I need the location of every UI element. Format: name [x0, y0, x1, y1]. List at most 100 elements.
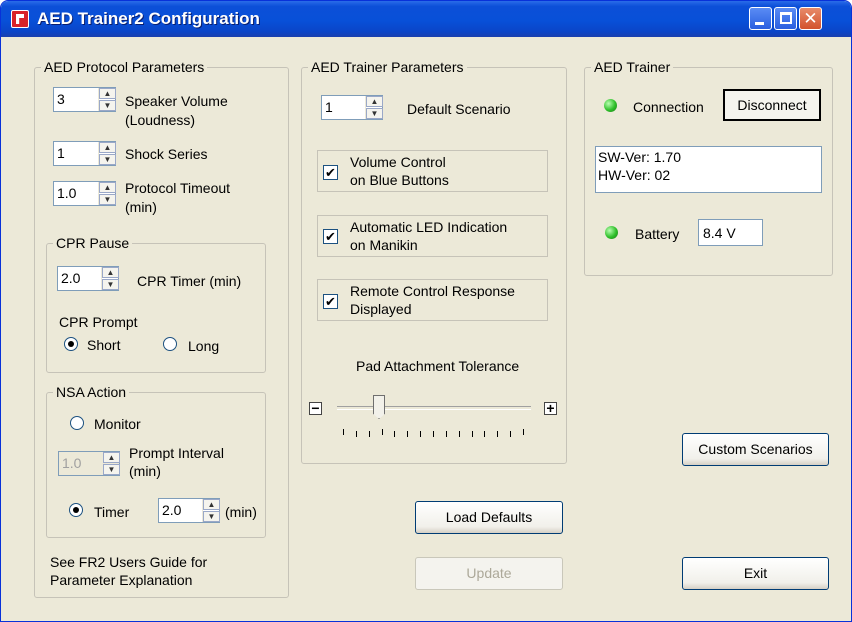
spin-up-icon[interactable]: ▲ [99, 142, 116, 153]
spin-up-icon[interactable]: ▲ [99, 88, 116, 99]
slider-tick [433, 431, 434, 437]
spin-up-icon[interactable]: ▲ [366, 96, 383, 107]
auto-led-label-2[interactable]: on Manikin [350, 237, 418, 254]
pad-tolerance-label: Pad Attachment Tolerance [356, 358, 520, 374]
slider-tick [381, 429, 383, 435]
volume-control-label-2[interactable]: on Blue Buttons [350, 172, 449, 189]
cpr-pause-legend: CPR Pause [53, 235, 133, 251]
auto-led-label[interactable]: Automatic LED Indication [350, 219, 507, 236]
battery-value: 8.4 V [703, 225, 736, 241]
volume-control-label[interactable]: Volume Control [350, 154, 446, 171]
title-bar[interactable]: AED Trainer2 Configuration ✕ [1, 1, 851, 37]
cpr-prompt-long-radio[interactable] [163, 337, 177, 351]
slider-tick [458, 431, 460, 437]
custom-scenarios-button[interactable]: Custom Scenarios [682, 433, 829, 466]
default-scenario-spinner[interactable]: 1 ▲ ▼ [321, 95, 383, 120]
close-icon: ✕ [803, 9, 818, 28]
speaker-volume-spinner[interactable]: 3 ▲ ▼ [53, 87, 116, 112]
nsa-timer-value[interactable]: 2.0 [162, 502, 181, 518]
maximize-button[interactable] [774, 7, 797, 30]
load-defaults-button[interactable]: Load Defaults [415, 501, 563, 534]
auto-led-checkbox[interactable]: ✔ [323, 229, 338, 244]
slider-tick [471, 431, 473, 437]
slider-tick [445, 431, 447, 437]
slider-tick [343, 429, 344, 435]
battery-led-icon [605, 226, 618, 239]
speaker-volume-value[interactable]: 3 [57, 91, 65, 107]
minimize-icon [755, 22, 764, 25]
disconnect-button[interactable]: Disconnect [723, 89, 821, 121]
prompt-interval-spinner[interactable]: 1.0 ▲ ▼ [58, 451, 120, 476]
nsa-timer-spinner[interactable]: 2.0 ▲ ▼ [158, 498, 220, 523]
slider-tick [484, 431, 486, 437]
slider-tick [497, 431, 499, 437]
spin-down-icon[interactable]: ▼ [103, 464, 120, 475]
trainer-legend: AED Trainer [591, 59, 674, 75]
volume-control-checkbox[interactable]: ✔ [323, 165, 338, 180]
sw-version: SW-Ver: 1.70 [598, 149, 682, 165]
app-icon [11, 10, 29, 28]
nsa-timer-radio[interactable] [69, 503, 83, 517]
cpr-prompt-long-label[interactable]: Long [188, 338, 219, 355]
spin-down-icon[interactable]: ▼ [102, 279, 119, 290]
radio-dot-icon [73, 507, 79, 513]
nsa-monitor-radio[interactable] [70, 416, 84, 430]
battery-label: Battery [635, 226, 680, 242]
spin-down-icon[interactable]: ▼ [99, 154, 116, 165]
hw-version: HW-Ver: 02 [598, 167, 671, 183]
spin-down-icon[interactable]: ▼ [99, 194, 116, 205]
slider-tick [523, 429, 524, 435]
cpr-timer-spinner[interactable]: 2.0 ▲ ▼ [57, 266, 119, 291]
cpr-prompt-short-label[interactable]: Short [87, 337, 120, 354]
remote-control-label[interactable]: Remote Control Response [350, 283, 515, 300]
remote-control-label-2[interactable]: Displayed [350, 301, 411, 318]
shock-series-value[interactable]: 1 [57, 145, 65, 161]
protocol-timeout-label: Protocol Timeout [125, 180, 231, 196]
spin-down-icon[interactable]: ▼ [366, 108, 383, 119]
protocol-parameters-legend: AED Protocol Parameters [41, 59, 208, 75]
slider-tick [368, 431, 370, 437]
pad-tolerance-slider-track[interactable] [337, 406, 531, 410]
cpr-timer-value[interactable]: 2.0 [61, 270, 80, 286]
cpr-prompt-label: CPR Prompt [59, 314, 138, 330]
slider-tick [510, 431, 512, 437]
prompt-interval-value[interactable]: 1.0 [62, 455, 81, 471]
trainer-parameters-legend: AED Trainer Parameters [308, 59, 467, 75]
maximize-icon [780, 12, 792, 24]
radio-dot-icon [68, 341, 74, 347]
spin-up-icon[interactable]: ▲ [103, 452, 120, 463]
spin-up-icon[interactable]: ▲ [102, 267, 119, 278]
shock-series-label: Shock Series [125, 146, 208, 162]
nsa-monitor-label[interactable]: Monitor [94, 416, 141, 433]
spin-up-icon[interactable]: ▲ [99, 182, 116, 193]
default-scenario-value[interactable]: 1 [325, 99, 333, 115]
spin-down-icon[interactable]: ▼ [203, 511, 220, 522]
nsa-timer-label[interactable]: Timer [94, 504, 129, 521]
plus-icon[interactable]: + [544, 401, 557, 415]
minimize-button[interactable] [749, 7, 772, 30]
update-button[interactable]: Update [415, 557, 563, 590]
slider-tick [394, 431, 396, 437]
protocol-timeout-spinner[interactable]: 1.0 ▲ ▼ [53, 181, 116, 206]
shock-series-spinner[interactable]: 1 ▲ ▼ [53, 141, 116, 166]
connection-led-icon [604, 99, 617, 112]
nsa-action-legend: NSA Action [53, 384, 130, 400]
minus-icon[interactable]: − [309, 401, 322, 415]
protocol-timeout-value[interactable]: 1.0 [57, 185, 76, 201]
close-button[interactable]: ✕ [799, 7, 822, 30]
spin-down-icon[interactable]: ▼ [99, 100, 116, 111]
guide-note: See FR2 Users Guide for [50, 554, 208, 570]
window-title: AED Trainer2 Configuration [37, 9, 260, 28]
protocol-timeout-label-2: (min) [125, 199, 157, 215]
guide-note-2: Parameter Explanation [50, 572, 193, 588]
exit-button[interactable]: Exit [682, 557, 829, 590]
config-window: AED Trainer2 Configuration ✕ AED Protoco… [0, 0, 852, 622]
remote-control-checkbox[interactable]: ✔ [323, 294, 338, 309]
slider-tick [355, 431, 357, 437]
spin-up-icon[interactable]: ▲ [203, 499, 220, 510]
cpr-prompt-short-radio[interactable] [64, 337, 78, 351]
slider-tick [407, 431, 409, 437]
prompt-interval-label: Prompt Interval [129, 445, 224, 461]
cpr-timer-label: CPR Timer (min) [137, 273, 242, 289]
cpr-pause-group: CPR Pause [46, 235, 266, 373]
